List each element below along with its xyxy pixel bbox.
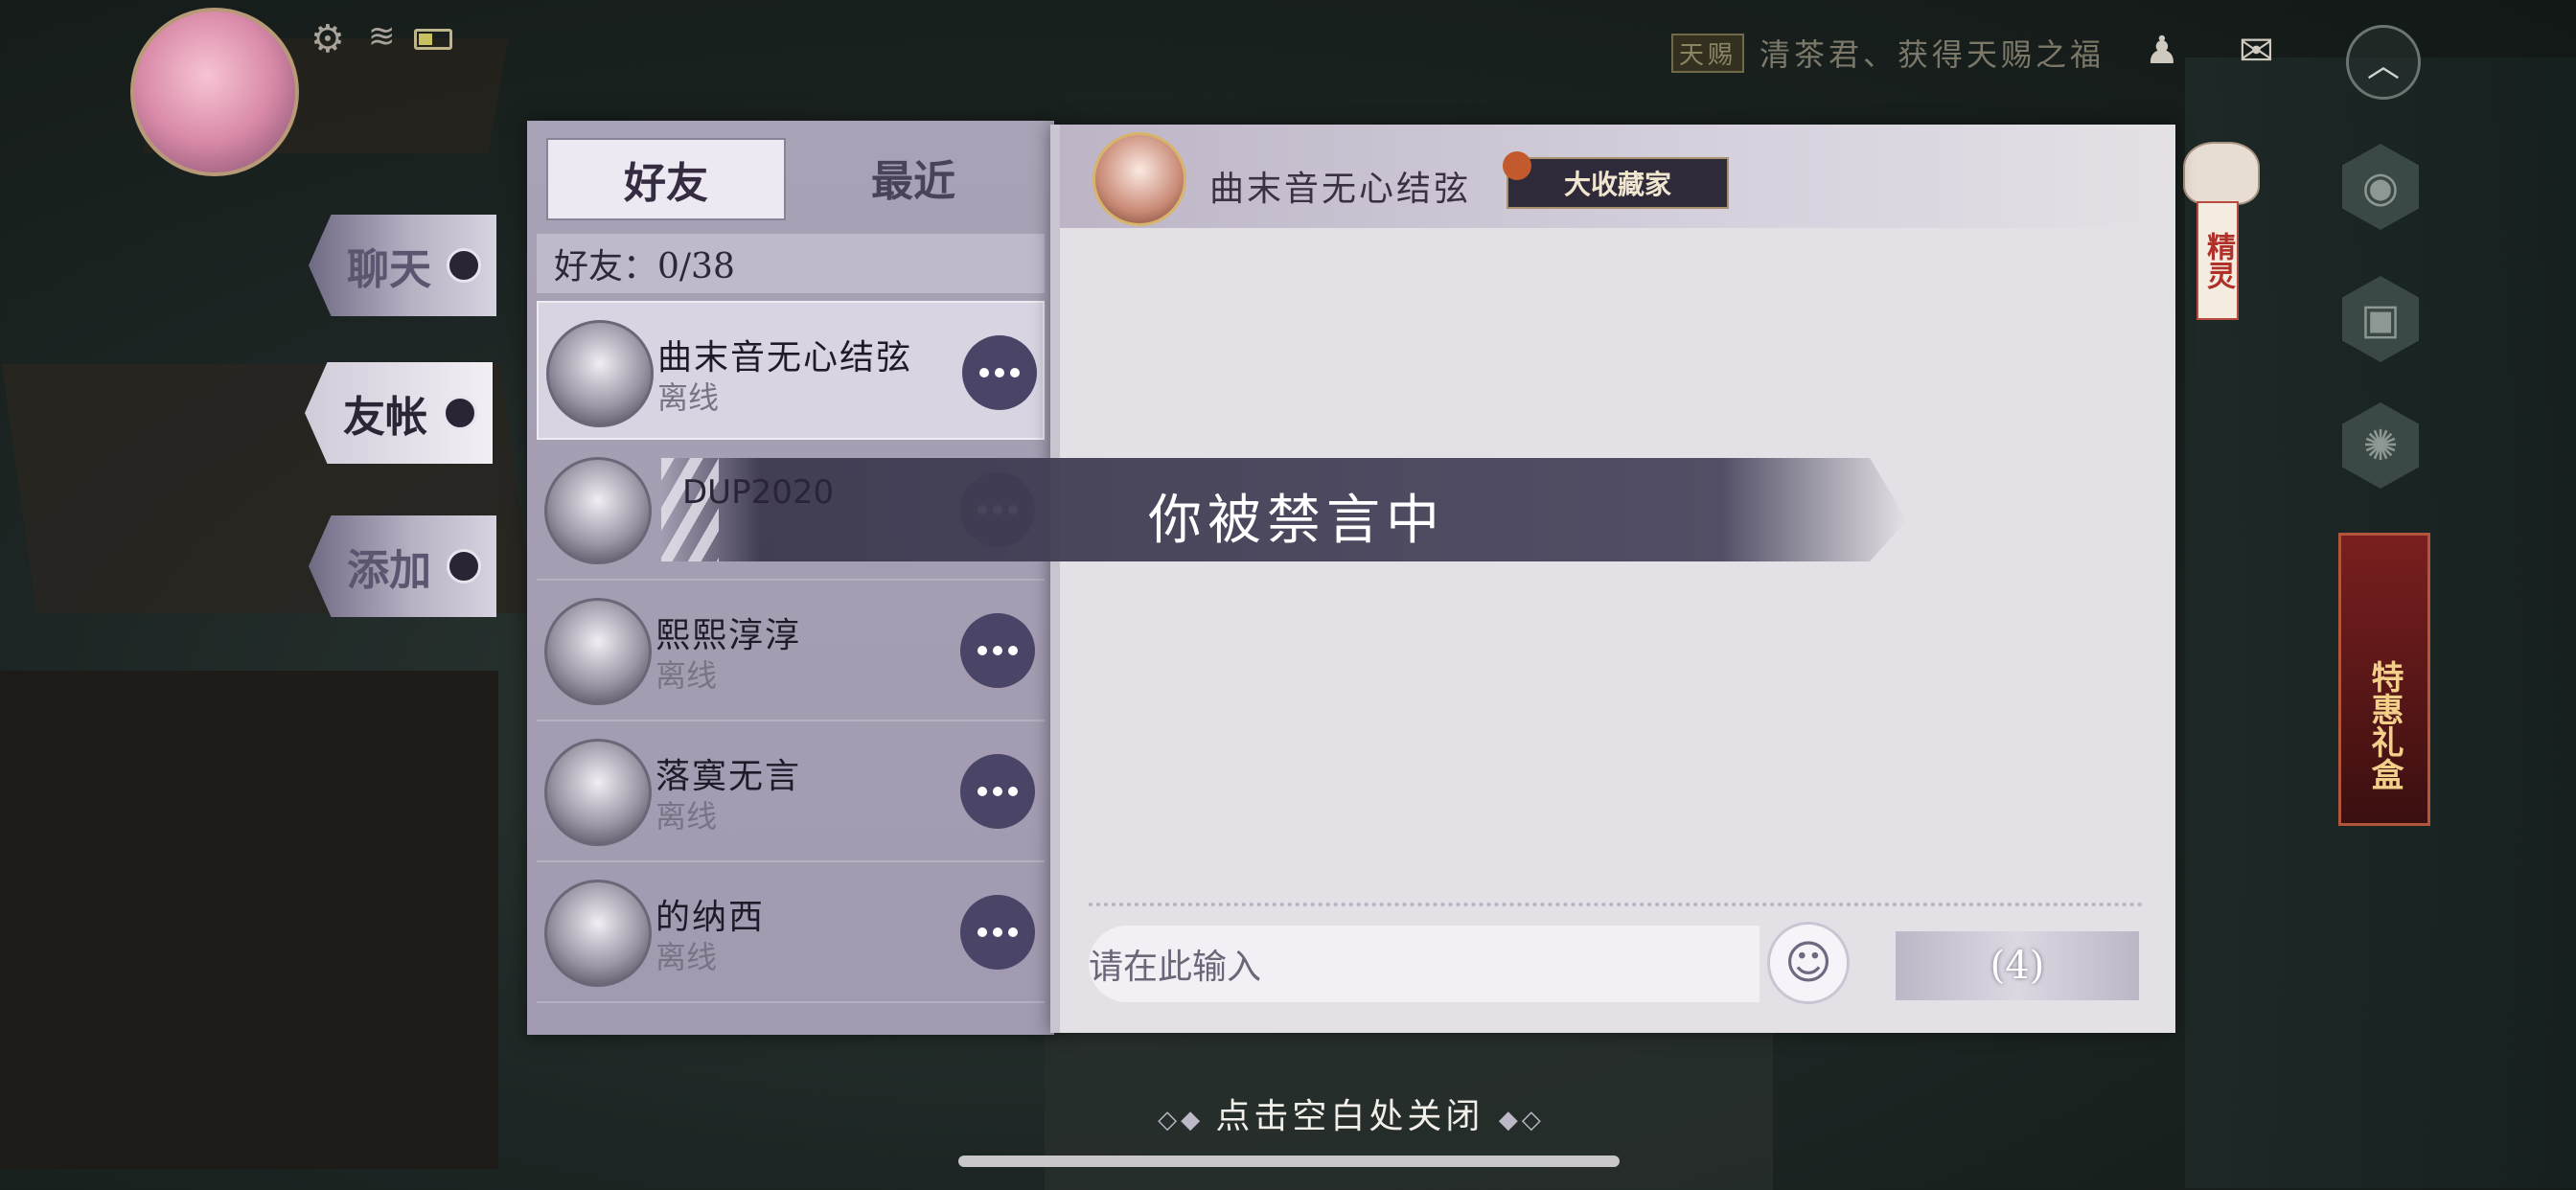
wifi-icon: ≋ [368, 17, 396, 56]
friend-row[interactable]: 曲末音无心结弦 离线 [537, 301, 1045, 440]
chat-input[interactable]: 请在此输入 [1089, 926, 1760, 1002]
friend-name: 曲末音无心结弦 [657, 338, 913, 378]
background-building-lower [0, 671, 498, 1169]
friend-status: 离线 [657, 379, 720, 416]
badge-icon [1503, 151, 1531, 180]
notice-text: 清茶君、获得天赐之福 [1760, 36, 2105, 73]
muted-text: 你被禁言中 [1148, 490, 1445, 552]
friend-panel: 好友 最近 好友：0/38 曲末音无心结弦 离线 熙熙淳淳 离线 落寞无言 离线 [527, 121, 1054, 1035]
side-tab-add[interactable]: 添加 [309, 515, 496, 617]
collapse-menu-button[interactable]: ︿ [2346, 25, 2421, 100]
contact-name: 曲末音无心结弦 [1209, 170, 1472, 209]
input-divider [1089, 903, 2143, 906]
send-button[interactable]: (4) [1896, 931, 2139, 1000]
friend-avatar [546, 320, 654, 427]
friend-avatar [544, 598, 652, 705]
friend-avatar [544, 880, 652, 987]
mail-icon[interactable]: ✉ [2239, 27, 2274, 76]
side-tab-label: 友帐 [343, 393, 427, 442]
tab-friends[interactable]: 好友 [546, 138, 786, 220]
gift-label: 特惠礼盒 [2365, 660, 2404, 790]
tab-indicator-icon [443, 396, 477, 430]
friend-status: 离线 [656, 939, 718, 975]
tab-indicator-icon [447, 248, 481, 283]
chat-header: 曲末音无心结弦 大收藏家 [1060, 125, 2175, 228]
side-tab-label: 聊天 [347, 245, 431, 294]
friend-avatar [544, 739, 652, 846]
smiley-icon: ☺ [1783, 936, 1833, 990]
diamond-icon: ◆◇ [1498, 1106, 1545, 1134]
side-tab-friend-book[interactable]: 友帐 [305, 362, 493, 464]
chat-panel: 曲末音无心结弦 大收藏家 请在此输入 ☺ (4) [1050, 125, 2175, 1033]
collector-badge-label: 大收藏家 [1563, 169, 1671, 200]
close-hint[interactable]: ◇◆ 点击空白处关闭 ◆◇ [1131, 1088, 1572, 1138]
friend-status: 离线 [656, 798, 718, 835]
more-options-button[interactable] [960, 613, 1035, 688]
friend-status: 离线 [656, 657, 718, 694]
player-avatar[interactable] [130, 8, 299, 176]
close-hint-label: 点击空白处关闭 [1215, 1097, 1484, 1136]
diamond-icon: ◇◆ [1158, 1106, 1216, 1134]
friend-count: 好友：0/38 [537, 234, 1045, 293]
side-tab-label: 添加 [347, 546, 431, 595]
gear-icon[interactable]: ⚙ [310, 17, 345, 61]
broadcast-notice: 天赐 清茶君、获得天赐之福 [1671, 29, 2104, 77]
friend-name: 落寞无言 [656, 757, 802, 796]
notice-badge: 天赐 [1671, 33, 1745, 73]
friend-name: 熙熙淳淳 [656, 616, 802, 655]
chevron-up-icon: ︿ [2367, 46, 2400, 85]
tab-indicator-icon [447, 549, 481, 584]
muted-banner: 你被禁言中 [661, 458, 1907, 561]
friend-row[interactable]: 的纳西 离线 [537, 862, 1045, 1003]
more-options-button[interactable] [960, 895, 1035, 970]
spirit-icon [2183, 142, 2260, 205]
side-tab-chat[interactable]: 聊天 [309, 215, 496, 316]
collector-badge: 大收藏家 [1503, 151, 1729, 209]
friend-avatar [544, 457, 652, 564]
gift-box-banner[interactable]: 特惠礼盒 [2338, 533, 2430, 826]
friend-list: 曲末音无心结弦 离线 熙熙淳淳 离线 落寞无言 离线 的纳西 离线 [537, 301, 1045, 1003]
friend-row[interactable]: 熙熙淳淳 离线 [537, 581, 1045, 721]
friend-name: DUP2020 [682, 473, 835, 512]
friend-name: 的纳西 [656, 898, 766, 937]
more-options-button[interactable] [960, 754, 1035, 829]
friend-row[interactable]: 落寞无言 离线 [537, 721, 1045, 862]
battery-icon [414, 29, 452, 50]
bell-icon[interactable]: ♟ [2145, 29, 2179, 73]
spirit-widget[interactable]: 精灵 [2175, 134, 2260, 345]
more-options-button[interactable] [962, 335, 1037, 410]
home-indicator[interactable] [958, 1156, 1620, 1167]
spirit-label: 精灵 [2196, 201, 2239, 320]
tab-recent[interactable]: 最近 [795, 138, 1031, 217]
contact-avatar[interactable] [1092, 132, 1186, 226]
emoji-button[interactable]: ☺ [1767, 922, 1850, 1004]
